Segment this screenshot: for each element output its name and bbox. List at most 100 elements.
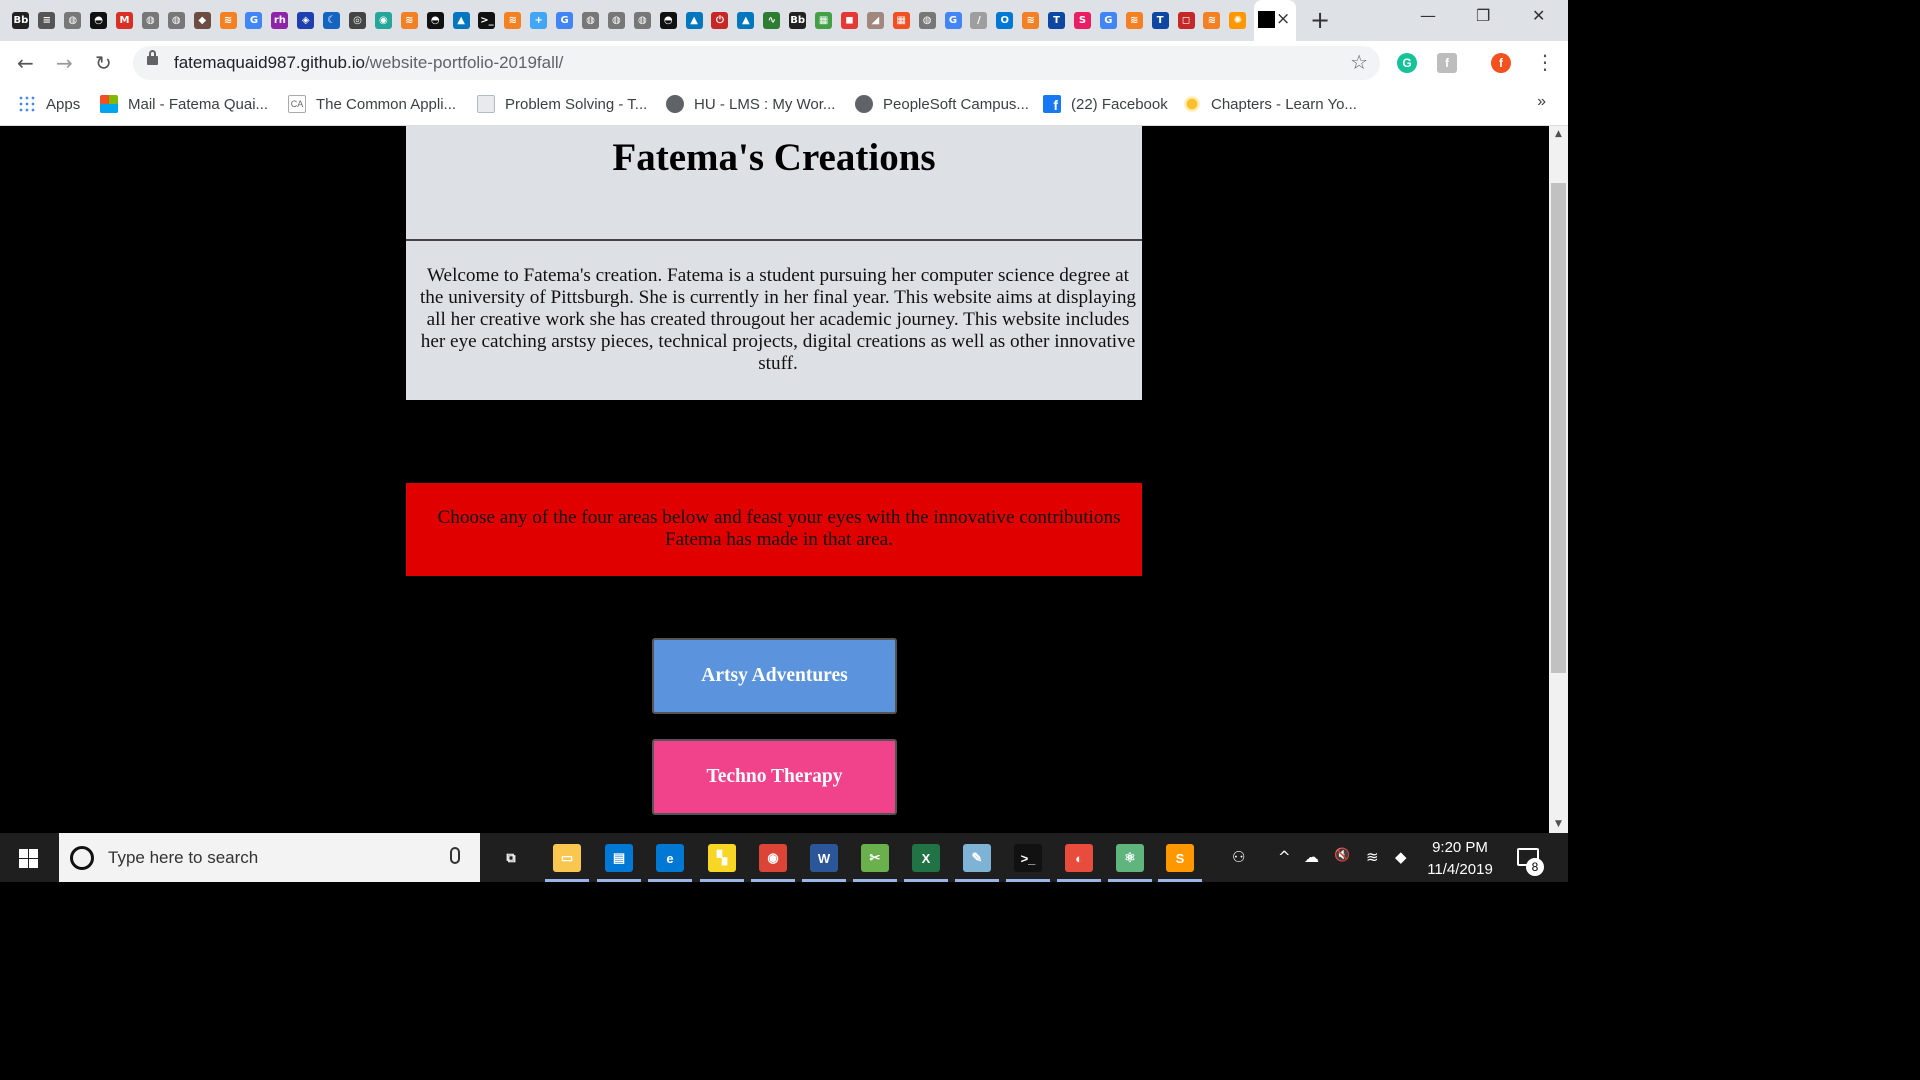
tab-11[interactable]: ◈ xyxy=(293,6,319,34)
tab-25[interactable]: ◓ xyxy=(655,6,681,34)
tab-16[interactable]: ◓ xyxy=(422,6,448,34)
tab-5[interactable]: ◍ xyxy=(137,6,163,34)
tab-44[interactable]: T xyxy=(1147,6,1173,34)
word-icon[interactable]: W xyxy=(810,844,838,872)
tab-34[interactable]: ▦ xyxy=(888,6,914,34)
edge-icon[interactable]: e xyxy=(656,844,684,872)
bookmark-hu-lms[interactable]: HU - LMS : My Wor... xyxy=(666,94,835,114)
store-icon[interactable]: ▤ xyxy=(605,844,633,872)
address-bar[interactable]: fatemaquaid987.github.io/website-portfol… xyxy=(133,46,1380,80)
page-scrollbar[interactable]: ▲ ▼ xyxy=(1549,126,1568,833)
tab-13[interactable]: ◎ xyxy=(345,6,371,34)
tab-46[interactable]: ≋ xyxy=(1199,6,1225,34)
tab-33[interactable]: ◢ xyxy=(862,6,888,34)
scrollbar-thumb[interactable] xyxy=(1551,183,1566,673)
tab-4[interactable]: M xyxy=(112,6,138,34)
tab-12[interactable]: ☾ xyxy=(319,6,345,34)
tab-3[interactable]: ◓ xyxy=(86,6,112,34)
tab-24[interactable]: ◍ xyxy=(629,6,655,34)
excel-icon[interactable]: X xyxy=(912,844,940,872)
tab-close-icon[interactable]: × xyxy=(1276,9,1290,29)
active-tab[interactable]: × xyxy=(1254,0,1296,41)
tab-23[interactable]: ◍ xyxy=(603,6,629,34)
tab-43[interactable]: ≋ xyxy=(1121,6,1147,34)
terminal-icon[interactable]: >_ xyxy=(1014,844,1042,872)
bookmarks-overflow-button[interactable]: » xyxy=(1537,93,1546,111)
people-icon[interactable]: ⚇ xyxy=(1232,848,1245,866)
wifi-icon[interactable]: ≋ xyxy=(1366,848,1379,866)
url-text[interactable]: fatemaquaid987.github.io/website-portfol… xyxy=(174,53,563,73)
onedrive-icon[interactable]: ☁ xyxy=(1304,848,1319,866)
new-tab-button[interactable]: + xyxy=(1310,6,1330,34)
tab-32[interactable]: ◼ xyxy=(837,6,863,34)
tab-18[interactable]: >_ xyxy=(474,6,500,34)
tab-7[interactable]: ◆ xyxy=(189,6,215,34)
bookmark-chapters[interactable]: Chapters - Learn Yo... xyxy=(1183,94,1357,114)
snip-icon[interactable]: ✂ xyxy=(861,844,889,872)
tab-1[interactable]: ≡ xyxy=(34,6,60,34)
taskbar-clock[interactable]: 9:20 PM 11/4/2019 xyxy=(1424,837,1496,881)
scroll-up-arrow-icon[interactable]: ▲ xyxy=(1549,126,1568,143)
bookmark-mail[interactable]: Mail - Fatema Quai... xyxy=(100,94,268,114)
tab-31[interactable]: ▦ xyxy=(811,6,837,34)
tab-20[interactable]: + xyxy=(526,6,552,34)
grammarly-icon[interactable]: G xyxy=(1397,53,1417,73)
bookmark-star-icon[interactable]: ☆ xyxy=(1350,50,1368,74)
reload-button[interactable]: ↻ xyxy=(95,51,112,75)
tab-22[interactable]: ◍ xyxy=(578,6,604,34)
bookmark-facebook[interactable]: f (22) Facebook xyxy=(1043,94,1168,114)
tab-35[interactable]: ◍ xyxy=(914,6,940,34)
tab-0[interactable]: Bb xyxy=(8,6,34,34)
extension-icon[interactable]: f xyxy=(1437,53,1457,73)
sticky-notes-icon[interactable]: ▚ xyxy=(708,844,736,872)
tab-30[interactable]: Bb xyxy=(785,6,811,34)
tab-45[interactable]: ◻ xyxy=(1173,6,1199,34)
tab-29[interactable]: ∿ xyxy=(759,6,785,34)
scroll-down-arrow-icon[interactable]: ▼ xyxy=(1549,816,1568,833)
profile-avatar[interactable]: f xyxy=(1491,53,1511,73)
dropbox-icon[interactable]: ◆ xyxy=(1395,848,1407,866)
tab-2[interactable]: ◍ xyxy=(60,6,86,34)
forward-button[interactable]: → xyxy=(56,51,73,75)
menu-icon[interactable]: ⋮ xyxy=(1535,50,1555,74)
tab-28[interactable]: ▲ xyxy=(733,6,759,34)
tab-27[interactable]: ⏻ xyxy=(707,6,733,34)
bookmark-problem-solving[interactable]: Problem Solving - T... xyxy=(477,94,647,114)
tab-21[interactable]: G xyxy=(552,6,578,34)
tab-40[interactable]: T xyxy=(1044,6,1070,34)
taskbar-search[interactable]: Type here to search xyxy=(59,833,480,882)
show-hidden-icons-button[interactable]: ^ xyxy=(1278,848,1291,866)
tab-26[interactable]: ▲ xyxy=(681,6,707,34)
start-button[interactable] xyxy=(19,849,38,868)
minimize-button[interactable]: — xyxy=(1420,6,1436,25)
tab-37[interactable]: / xyxy=(966,6,992,34)
notepad-icon[interactable]: ✎ xyxy=(963,844,991,872)
back-button[interactable]: ← xyxy=(17,51,34,75)
bookmark-peoplesoft[interactable]: PeopleSoft Campus... xyxy=(855,94,1029,114)
tab-10[interactable]: rh xyxy=(267,6,293,34)
paint-icon[interactable]: ◐ xyxy=(1065,844,1093,872)
tab-6[interactable]: ◍ xyxy=(163,6,189,34)
tab-47[interactable]: ✺ xyxy=(1225,6,1251,34)
tab-19[interactable]: ≋ xyxy=(500,6,526,34)
artsy-adventures-button[interactable]: Artsy Adventures xyxy=(652,638,897,714)
restore-button[interactable]: ❐ xyxy=(1476,6,1490,25)
tab-9[interactable]: G xyxy=(241,6,267,34)
sublime-icon[interactable]: S xyxy=(1166,844,1194,872)
volume-icon[interactable]: 🔇 xyxy=(1334,848,1350,863)
tab-36[interactable]: G xyxy=(940,6,966,34)
task-view-icon[interactable]: ⧉ xyxy=(497,844,525,872)
tab-38[interactable]: O xyxy=(992,6,1018,34)
microphone-icon[interactable] xyxy=(450,847,460,864)
tab-39[interactable]: ≋ xyxy=(1018,6,1044,34)
close-window-button[interactable]: ✕ xyxy=(1532,6,1545,25)
tab-8[interactable]: ≋ xyxy=(215,6,241,34)
bookmark-common-app[interactable]: CA The Common Appli... xyxy=(288,94,456,114)
tab-15[interactable]: ≋ xyxy=(396,6,422,34)
tab-14[interactable]: ◉ xyxy=(370,6,396,34)
tab-42[interactable]: G xyxy=(1095,6,1121,34)
tab-41[interactable]: S xyxy=(1070,6,1096,34)
chrome-icon[interactable]: ◉ xyxy=(759,844,787,872)
techno-therapy-button[interactable]: Techno Therapy xyxy=(652,739,897,815)
atom-icon[interactable]: ⚛ xyxy=(1116,844,1144,872)
